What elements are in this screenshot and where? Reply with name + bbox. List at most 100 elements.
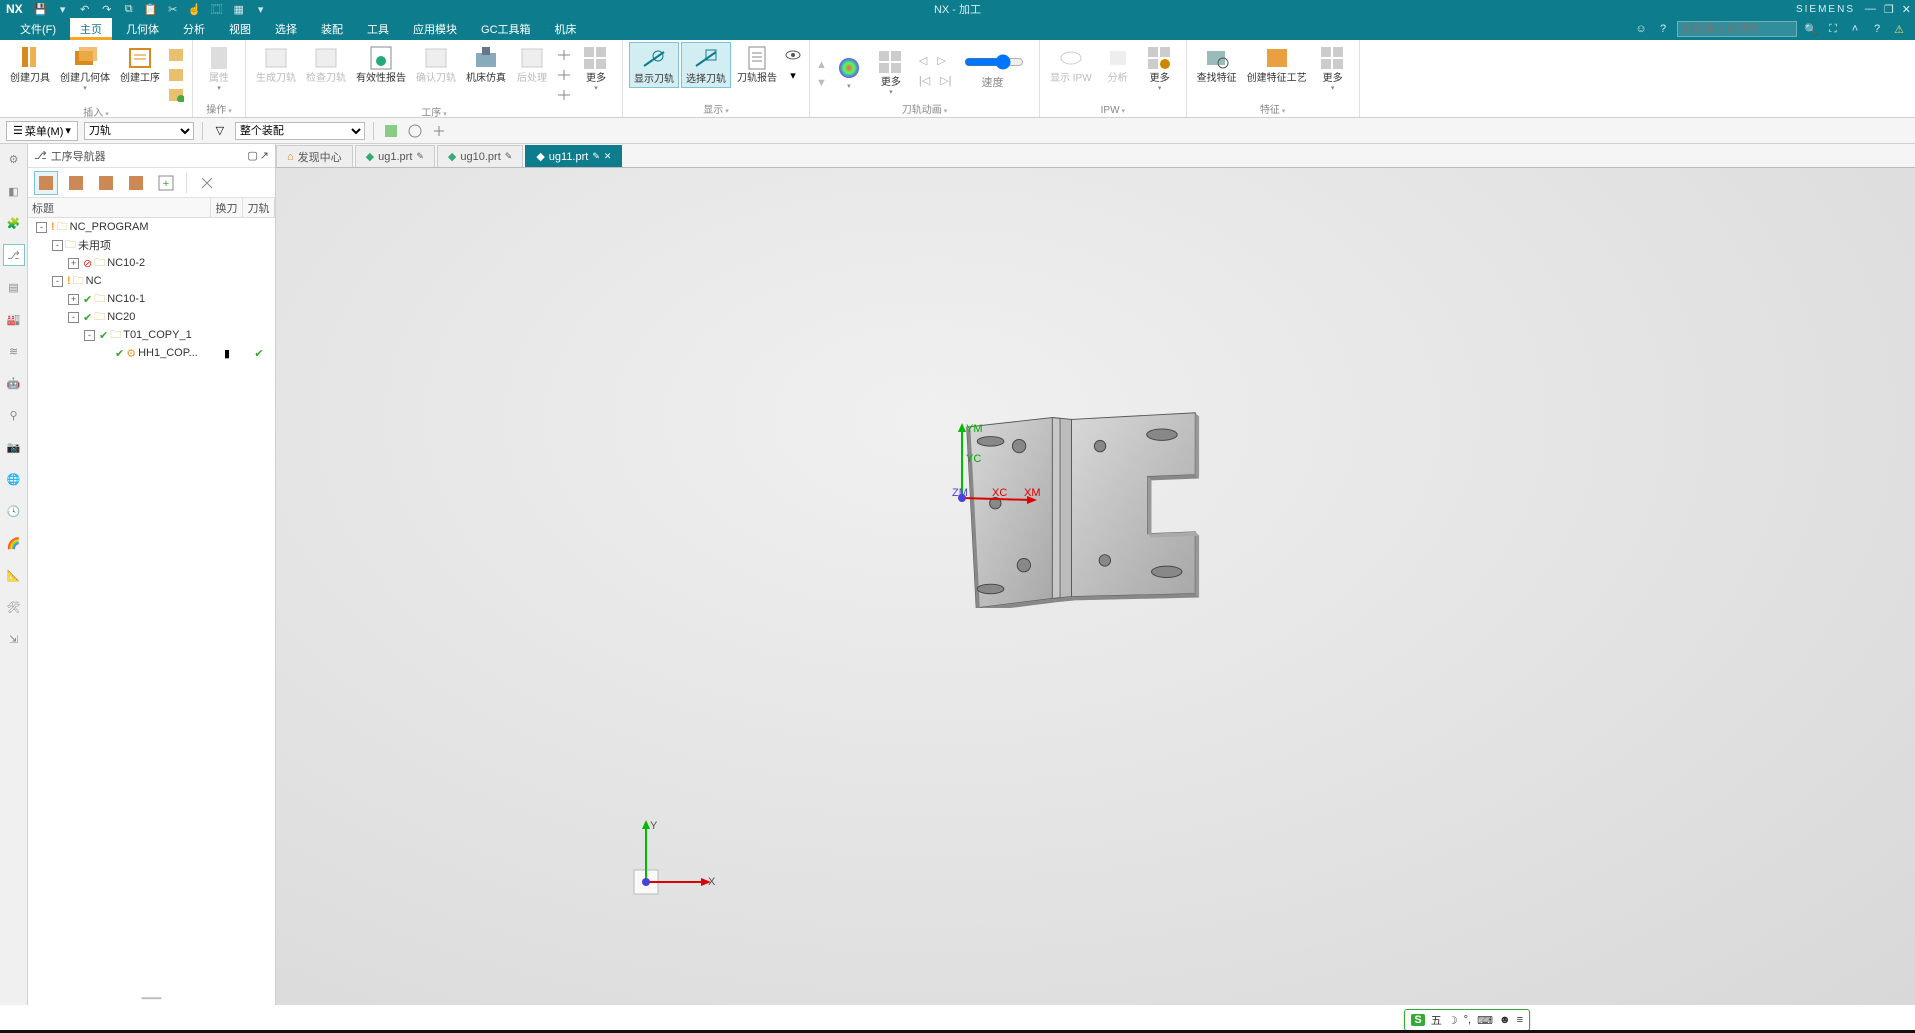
operation-navigator-icon[interactable]: ⎇	[3, 244, 25, 266]
nav-maximize-icon[interactable]: ▢	[247, 149, 257, 162]
ribbon-group-label[interactable]: 插入	[6, 104, 186, 120]
display-drop[interactable]: ▾	[783, 66, 803, 84]
save-icon[interactable]: 💾	[33, 1, 49, 17]
filter-icon[interactable]: ▽	[211, 122, 229, 140]
op-s1[interactable]	[554, 46, 574, 64]
copy-icon[interactable]: ⧉	[121, 1, 137, 17]
machine-icon[interactable]: 🏭	[3, 308, 25, 330]
ribbon-group-label[interactable]: 刀轨动画	[816, 101, 1033, 117]
nav-view-add[interactable]: +	[154, 171, 178, 195]
toolbox-icon[interactable]: 🛠	[3, 596, 25, 618]
paste-icon[interactable]: 📋	[143, 1, 159, 17]
window-icon[interactable]: ⿴	[209, 1, 225, 17]
help2-icon[interactable]: ?	[1869, 21, 1885, 37]
close-button[interactable]: ✕	[1902, 3, 1911, 16]
work-csys[interactable]: YM YC XC XM ZM	[952, 418, 1052, 518]
smile-icon[interactable]: ☺	[1633, 21, 1649, 37]
find-feature-button[interactable]: 查找特征	[1193, 42, 1241, 86]
nav-view-program[interactable]	[34, 171, 58, 195]
clock-icon[interactable]: 🕓	[3, 500, 25, 522]
ribbon-group-label[interactable]: IPW	[1046, 105, 1180, 117]
selbar-btn2[interactable]	[406, 122, 424, 140]
tree-row[interactable]: -🗀未用项	[28, 236, 275, 254]
expand-toggle[interactable]: -	[84, 330, 95, 341]
ime-mode-text[interactable]: 五	[1431, 1012, 1442, 1028]
ime-bar[interactable]: S 五 ☽ °, ⌨ ☻ ≡	[1404, 1009, 1530, 1031]
part-nav-icon[interactable]: 🧩	[3, 212, 25, 234]
menu-geometry[interactable]: 几何体	[116, 18, 169, 40]
maximize-button[interactable]: ❐	[1884, 3, 1894, 16]
more-feature-button[interactable]: 更多▾	[1313, 42, 1353, 94]
gear-icon[interactable]: ⚙	[3, 148, 25, 170]
ime-logo[interactable]: S	[1411, 1014, 1424, 1026]
tree-row[interactable]: -!🗀NC_PROGRAM	[28, 218, 275, 236]
help-icon[interactable]: ?	[1655, 21, 1671, 37]
anim-up-icon[interactable]: ▲	[816, 59, 827, 71]
expand-toggle[interactable]: -	[52, 240, 63, 251]
properties-button[interactable]: 属性▾	[199, 42, 239, 94]
view-triad[interactable]: Y X	[626, 815, 726, 915]
dimension-icon[interactable]: 📐	[3, 564, 25, 586]
insert-small3[interactable]	[166, 86, 186, 104]
eye-icon[interactable]	[783, 46, 803, 64]
speed-slider[interactable]	[964, 54, 1024, 70]
anim-down-icon[interactable]: ▼	[816, 77, 827, 89]
machine-sim-button[interactable]: 机床仿真	[462, 42, 510, 86]
anim-color-button[interactable]: ▾	[829, 52, 869, 92]
tree-row[interactable]: ✔⚙HH1_COP...▮✔	[28, 344, 275, 362]
menu-gc-toolbox[interactable]: GC工具箱	[471, 18, 541, 40]
face-icon[interactable]: ☻	[1499, 1014, 1511, 1026]
wire-icon[interactable]: ≋	[3, 340, 25, 362]
tree-row[interactable]: +✔🗀NC10-1	[28, 290, 275, 308]
search-go-icon[interactable]: 🔍	[1803, 21, 1819, 37]
robot-icon[interactable]: 🤖	[3, 372, 25, 394]
nav-popout-icon[interactable]: ↗	[260, 149, 269, 162]
selbar-btn3[interactable]	[430, 122, 448, 140]
create-operation-button[interactable]: 创建工序	[116, 42, 164, 86]
menu-analysis[interactable]: 分析	[173, 18, 215, 40]
nav-view-machine[interactable]	[64, 171, 88, 195]
tree-row[interactable]: -✔🗀T01_COPY_1	[28, 326, 275, 344]
insert-small1[interactable]	[166, 46, 186, 64]
dropdown-icon[interactable]: ▾	[55, 1, 71, 17]
selbar-btn1[interactable]	[382, 122, 400, 140]
play-fwd-icon[interactable]: ▷	[937, 54, 945, 70]
nav-col-path[interactable]: 刀轨	[243, 198, 275, 217]
minimize-button[interactable]: —	[1865, 3, 1876, 16]
generate-path-button[interactable]: 生成刀轨	[252, 42, 300, 86]
histogram-icon[interactable]: 🌈	[3, 532, 25, 554]
menu-tools[interactable]: 工具	[357, 18, 399, 40]
more-operation-button[interactable]: 更多▾	[576, 42, 616, 94]
layout-icon[interactable]: ▦	[231, 1, 247, 17]
undo-icon[interactable]: ↶	[77, 1, 93, 17]
nav-view-geometry[interactable]	[94, 171, 118, 195]
tree-row[interactable]: +⊘🗀NC10-2	[28, 254, 275, 272]
menu-machine[interactable]: 机床	[545, 18, 587, 40]
create-tool-button[interactable]: 创建刀具	[6, 42, 54, 86]
moon-icon[interactable]: ☽	[1448, 1014, 1458, 1027]
graphics-viewport[interactable]: YM YC XC XM ZM Y X	[276, 168, 1915, 1005]
export-icon[interactable]: ⇲	[3, 628, 25, 650]
menu-select[interactable]: 选择	[265, 18, 307, 40]
show-path-button[interactable]: 显示刀轨	[629, 42, 679, 88]
ribbon-group-label[interactable]: 工序	[252, 104, 616, 120]
probe-icon[interactable]: ⚲	[3, 404, 25, 426]
world-icon[interactable]: 🌐	[3, 468, 25, 490]
selection-filter-1[interactable]: 刀轨	[84, 122, 194, 140]
op-s2[interactable]	[554, 66, 574, 84]
expand-toggle[interactable]: +	[68, 258, 79, 269]
more-anim-button[interactable]: 更多▾	[871, 46, 911, 98]
comma-icon[interactable]: °,	[1464, 1014, 1471, 1026]
op-s3[interactable]	[554, 86, 574, 104]
qat-drop-icon[interactable]: ▾	[253, 1, 269, 17]
play-rev-icon[interactable]: ◁	[919, 54, 927, 70]
collapse-ribbon-icon[interactable]: ˄	[1847, 21, 1863, 37]
keyboard-icon[interactable]: ⌨	[1477, 1014, 1493, 1027]
tree-row[interactable]: -✔🗀NC20	[28, 308, 275, 326]
redo-icon[interactable]: ↷	[99, 1, 115, 17]
warn-icon[interactable]: ⚠	[1891, 21, 1907, 37]
cut-icon[interactable]: ✂	[165, 1, 181, 17]
tab-close-icon[interactable]: ✕	[604, 151, 612, 162]
nav-tree[interactable]: -!🗀NC_PROGRAM-🗀未用项+⊘🗀NC10-2-!🗀NC+✔🗀NC10-…	[28, 218, 275, 991]
selection-scope[interactable]: 整个装配	[235, 122, 365, 140]
